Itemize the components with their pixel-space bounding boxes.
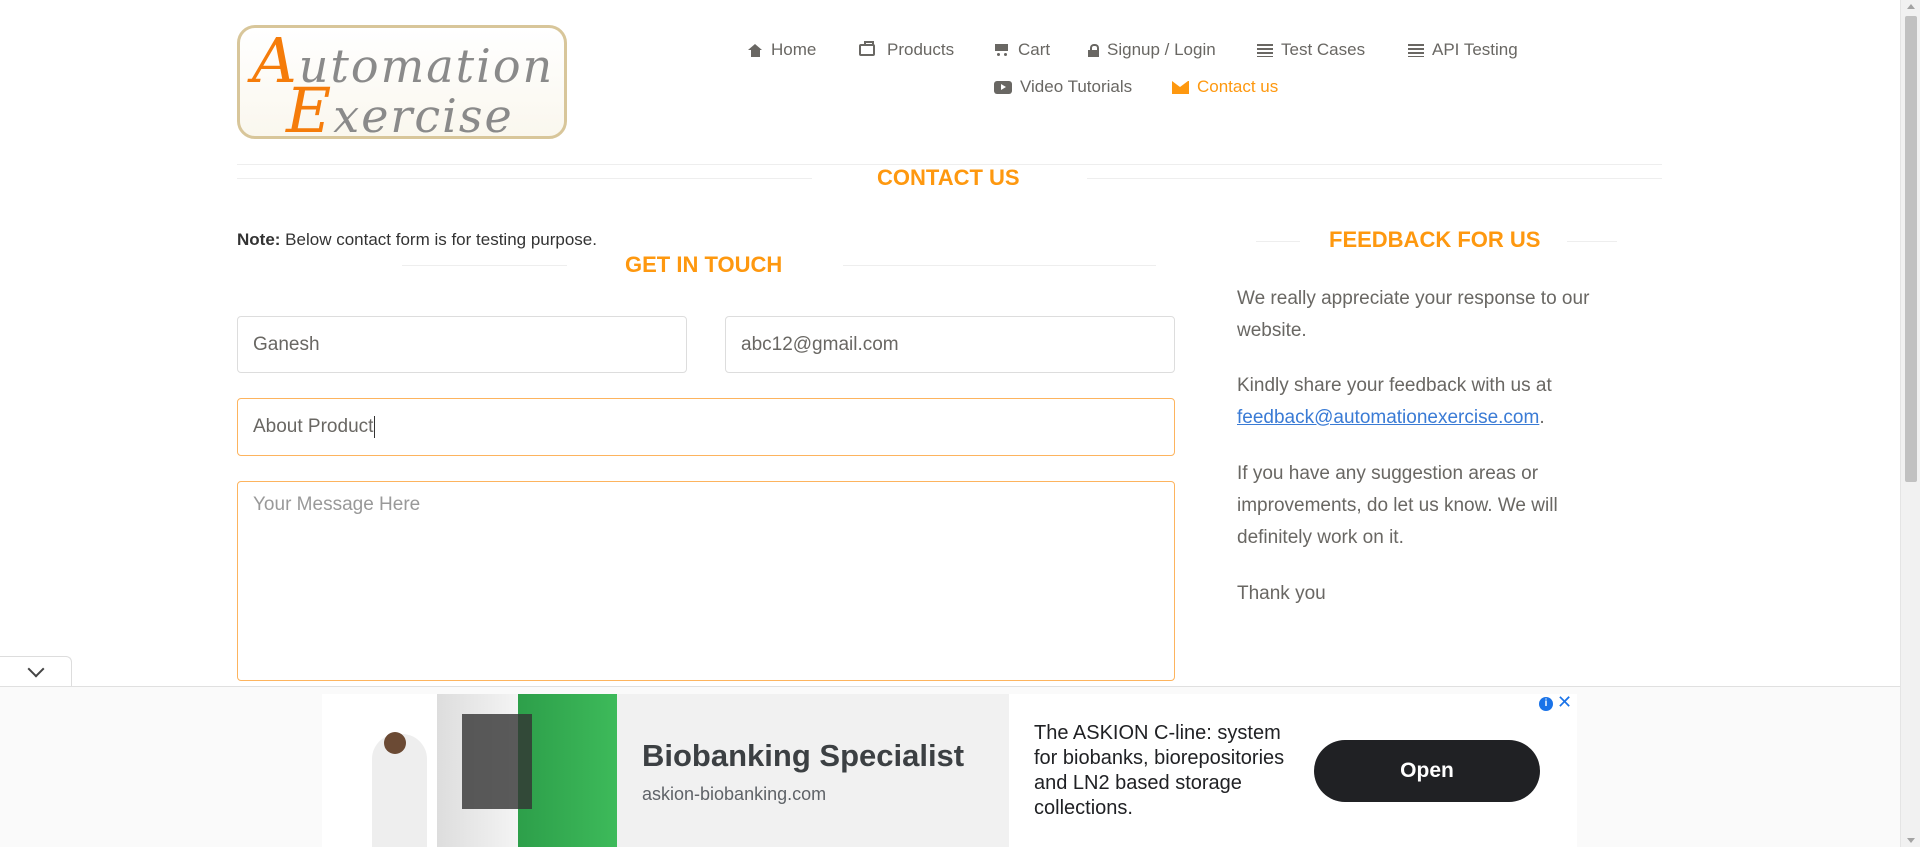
ad-headline[interactable]: Biobanking Specialist — [642, 738, 964, 774]
house-icon — [748, 43, 763, 57]
ad-collapse-button[interactable] — [0, 656, 72, 687]
briefcase-icon — [859, 41, 875, 56]
title-line-right — [1087, 178, 1662, 179]
feedback-email-link[interactable]: feedback@automationexercise.com — [1237, 407, 1539, 428]
nav-cart[interactable]: Cart — [993, 40, 1050, 60]
nav-cart-label: Cart — [1018, 40, 1051, 59]
ad-description: The ASKION C-line: system for biobanks, … — [1034, 722, 1285, 819]
form-title: GET IN TOUCH — [625, 252, 783, 277]
nav-products[interactable]: Products — [859, 40, 954, 60]
list-icon — [1408, 43, 1424, 57]
message-textarea[interactable]: Your Message Here — [237, 481, 1175, 681]
subject-value: About Product — [253, 416, 374, 437]
feedback-paragraph-1: We really appreciate your response to ou… — [1237, 288, 1590, 341]
nav-home-label: Home — [771, 40, 817, 59]
touch-line-right — [843, 265, 1156, 266]
ad-banner[interactable]: Biobanking Specialist askion-biobanking.… — [322, 692, 1577, 847]
scroll-up-arrow-icon[interactable] — [1907, 4, 1915, 9]
site-logo[interactable]: Automation Exercise — [237, 24, 567, 147]
note-text: Below contact form is for testing purpos… — [280, 230, 597, 249]
ad-url[interactable]: askion-biobanking.com — [642, 784, 826, 805]
ad-image[interactable] — [322, 694, 617, 847]
list-icon — [1257, 43, 1273, 57]
nav-test-cases[interactable]: Test Cases — [1257, 40, 1365, 60]
logo-cap-e: E — [286, 74, 334, 147]
page-title: CONTACT US — [877, 165, 1020, 190]
message-placeholder: Your Message Here — [253, 494, 421, 515]
nav-api-testing-label: API Testing — [1432, 40, 1518, 59]
nav-home[interactable]: Home — [748, 40, 816, 60]
nav-contact-label: Contact us — [1197, 77, 1279, 96]
name-input[interactable]: Ganesh — [237, 316, 687, 373]
subject-input[interactable]: About Product — [237, 398, 1175, 456]
cart-icon — [993, 43, 1010, 57]
logo-text-2: xercise — [333, 89, 514, 143]
logo-line-2: Exercise — [286, 74, 514, 147]
chevron-down-icon — [27, 660, 44, 678]
email-value: abc12@gmail.com — [741, 333, 899, 355]
nav-products-label: Products — [887, 40, 955, 59]
envelope-icon — [1172, 80, 1189, 94]
ad-person-head — [384, 732, 406, 754]
feedback-paragraph-3: If you have any suggestion areas or impr… — [1237, 463, 1558, 548]
nav-signup-label: Signup / Login — [1107, 40, 1216, 59]
lock-icon — [1088, 43, 1099, 57]
nav-contact-us[interactable]: Contact us — [1172, 77, 1278, 97]
close-icon[interactable]: ✕ — [1557, 692, 1572, 713]
scroll-down-arrow-icon[interactable] — [1907, 838, 1915, 843]
feedback-paragraph-4: Thank you — [1237, 583, 1326, 604]
nav-signup-login[interactable]: Signup / Login — [1088, 40, 1216, 60]
nav-video-tutorials[interactable]: Video Tutorials — [994, 77, 1132, 97]
ad-cabinet-window — [462, 714, 532, 809]
feedback-p2-end: . — [1539, 407, 1545, 428]
form-note: Note: Below contact form is for testing … — [237, 230, 597, 250]
nav-api-testing[interactable]: API Testing — [1408, 40, 1518, 60]
info-icon[interactable]: i — [1539, 697, 1553, 711]
feedback-title: FEEDBACK FOR US — [1329, 227, 1541, 252]
video-icon — [994, 80, 1012, 94]
title-line-left — [237, 178, 812, 179]
text-caret — [374, 416, 376, 438]
feedback-paragraph-2: Kindly share your feedback with us at fee… — [1237, 370, 1637, 434]
ad-open-button[interactable]: Open — [1314, 740, 1540, 802]
vertical-scrollbar[interactable] — [1900, 0, 1920, 847]
email-input[interactable]: abc12@gmail.com — [725, 316, 1175, 373]
feedback-line-left — [1256, 241, 1300, 242]
feedback-line-right — [1567, 241, 1617, 242]
scrollbar-thumb[interactable] — [1905, 16, 1917, 482]
note-label: Note: — [237, 230, 281, 249]
nav-test-cases-label: Test Cases — [1281, 40, 1366, 59]
feedback-p2-text: Kindly share your feedback with us at — [1237, 375, 1552, 396]
touch-line-left — [402, 265, 567, 266]
nav-video-label: Video Tutorials — [1020, 77, 1133, 96]
name-value: Ganesh — [253, 333, 320, 355]
